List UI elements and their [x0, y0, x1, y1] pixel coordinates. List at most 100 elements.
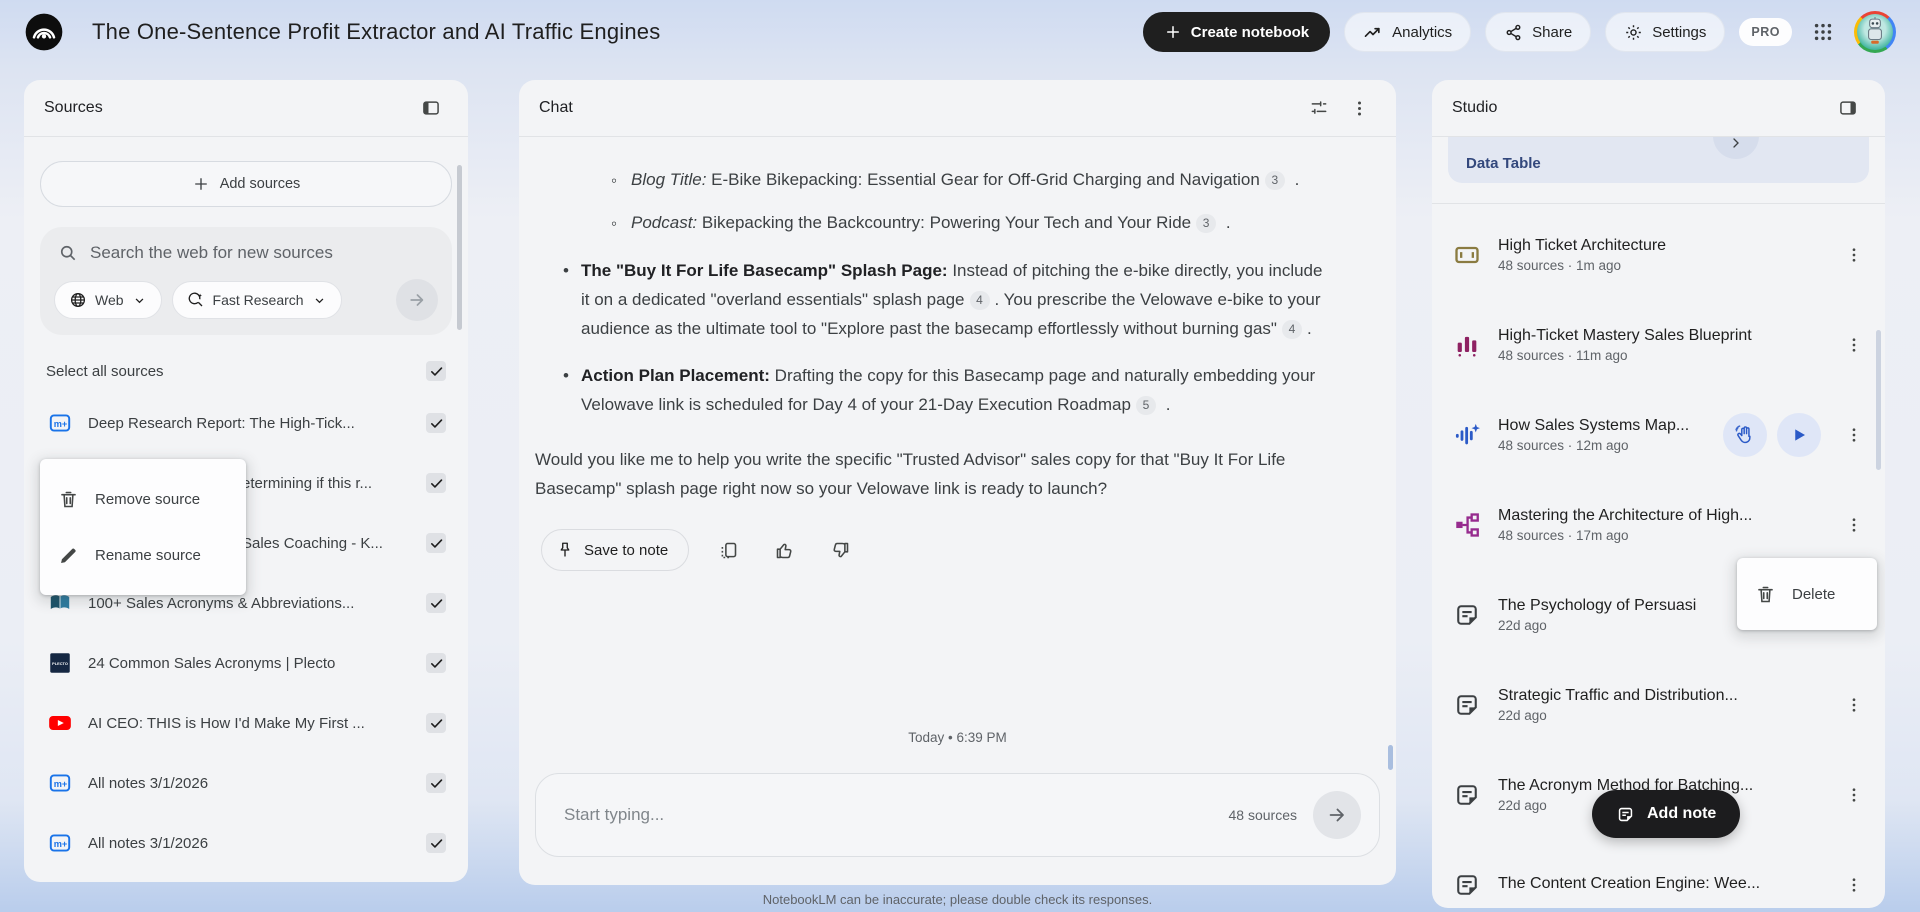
- create-notebook-button[interactable]: Create notebook: [1142, 12, 1331, 52]
- add-sources-button[interactable]: Add sources: [40, 161, 452, 207]
- trash-icon: [58, 489, 79, 510]
- send-message-button[interactable]: [1313, 791, 1361, 839]
- remove-source-menu-item[interactable]: Remove source: [40, 471, 246, 527]
- hollow-bullet-marker: ◦: [611, 214, 618, 233]
- notebook-note-icon: m+: [46, 410, 74, 436]
- studio-item-row[interactable]: High-Ticket Mastery Sales Blueprint 48 so…: [1432, 300, 1885, 390]
- select-all-sources-label: Select all sources: [46, 362, 164, 380]
- collapse-studio-panel-icon[interactable]: [1831, 91, 1865, 125]
- chat-panel-title: Chat: [539, 99, 573, 116]
- pro-badge: PRO: [1739, 18, 1792, 46]
- item-more-menu-icon[interactable]: [1837, 868, 1871, 902]
- web-search-card: Web Fast Research: [40, 227, 452, 335]
- mindmap-icon: [1452, 511, 1482, 539]
- chat-settings-tune-icon[interactable]: [1302, 91, 1336, 125]
- chat-sub-bullet: ◦ Podcast: Bikepacking the Backcountry: …: [611, 208, 1301, 238]
- source-checkbox[interactable]: [426, 653, 446, 673]
- source-row[interactable]: m+ All notes 3/1/2026: [24, 753, 468, 813]
- studio-item-context-menu: Delete: [1737, 558, 1877, 630]
- flashcards-icon: [1452, 241, 1482, 269]
- web-filter-dropdown[interactable]: Web: [54, 281, 162, 319]
- citation-chip[interactable]: 5: [1135, 396, 1156, 415]
- studio-item-row[interactable]: Mastering the Architecture of High... 48 …: [1432, 480, 1885, 570]
- chat-bullet: • The "Buy It For Life Basecamp" Splash …: [563, 256, 1323, 343]
- svg-text:m+: m+: [54, 419, 68, 429]
- svg-text:m+: m+: [54, 839, 68, 849]
- studio-item-row[interactable]: The Content Creation Engine: Wee...: [1432, 840, 1885, 908]
- item-more-menu-icon[interactable]: [1837, 508, 1871, 542]
- thumbs-up-icon[interactable]: [767, 533, 801, 567]
- collapse-sources-panel-icon[interactable]: [414, 91, 448, 125]
- source-checkbox[interactable]: [426, 833, 446, 853]
- share-icon: [1504, 23, 1523, 42]
- item-more-menu-icon[interactable]: [1837, 688, 1871, 722]
- rename-source-menu-item[interactable]: Rename source: [40, 527, 246, 583]
- note-report-icon: [1452, 871, 1482, 899]
- source-checkbox[interactable]: [426, 773, 446, 793]
- chevron-down-icon: [312, 293, 327, 308]
- source-checkbox[interactable]: [426, 593, 446, 613]
- item-more-menu-icon[interactable]: [1837, 238, 1871, 272]
- data-table-tile[interactable]: Data Table: [1448, 137, 1869, 183]
- notebook-note-icon: m+: [46, 770, 74, 796]
- studio-panel: Studio Data Table High Ticket Architectu…: [1432, 80, 1885, 908]
- chat-scrollbar[interactable]: [1388, 745, 1393, 770]
- open-data-table-chevron-button[interactable]: [1713, 137, 1759, 159]
- plus-icon: [192, 175, 210, 193]
- notebook-title[interactable]: The One-Sentence Profit Extractor and AI…: [92, 19, 1143, 45]
- sources-panel-title: Sources: [44, 99, 103, 116]
- source-checkbox[interactable]: [426, 533, 446, 553]
- research-mode-dropdown[interactable]: Fast Research: [171, 281, 342, 319]
- copy-icon[interactable]: [711, 533, 745, 567]
- studio-item-row[interactable]: Strategic Traffic and Distribution... 22d…: [1432, 660, 1885, 750]
- sources-scrollbar[interactable]: [457, 165, 462, 330]
- studio-item-row[interactable]: High Ticket Architecture 48 sources · 1m …: [1432, 210, 1885, 300]
- notebooklm-logo[interactable]: [24, 12, 64, 52]
- chat-more-menu-icon[interactable]: [1342, 91, 1376, 125]
- chat-input[interactable]: [564, 805, 1213, 825]
- studio-scrollbar[interactable]: [1876, 330, 1881, 470]
- item-more-menu-icon[interactable]: [1837, 418, 1871, 452]
- search-submit-arrow-button[interactable]: [396, 279, 438, 321]
- bullet-marker: •: [563, 366, 569, 385]
- studio-output-tile-clipped: Data Table: [1432, 137, 1885, 187]
- chat-input-bar: 48 sources: [535, 773, 1380, 857]
- chat-bullet: • Action Plan Placement: Drafting the co…: [563, 361, 1323, 419]
- interactive-mode-hand-button[interactable]: [1723, 413, 1767, 457]
- apps-grid-icon[interactable]: [1806, 15, 1840, 49]
- youtube-icon: [46, 710, 74, 736]
- search-input[interactable]: [90, 243, 434, 263]
- svg-text:PLECTO: PLECTO: [52, 661, 68, 666]
- source-row[interactable]: PLECTO 24 Common Sales Acronyms | Plecto: [24, 633, 468, 693]
- studio-item-row[interactable]: How Sales Systems Map... 48 sources · 12m…: [1432, 390, 1885, 480]
- source-row[interactable]: AI CEO: THIS is How I'd Make My First ..…: [24, 693, 468, 753]
- add-note-button[interactable]: Add note: [1592, 790, 1741, 838]
- select-all-checkbox[interactable]: [426, 361, 446, 381]
- analytics-button[interactable]: Analytics: [1344, 12, 1472, 52]
- chevron-down-icon: [132, 293, 147, 308]
- app-header: The One-Sentence Profit Extractor and AI…: [0, 0, 1920, 64]
- share-button[interactable]: Share: [1485, 12, 1592, 52]
- citation-chip[interactable]: 4: [969, 291, 990, 310]
- svg-text:m+: m+: [54, 779, 68, 789]
- chat-timestamp: Today • 6:39 PM: [908, 730, 1007, 745]
- citation-chip[interactable]: 4: [1281, 320, 1302, 339]
- settings-button[interactable]: Settings: [1605, 12, 1726, 52]
- source-row[interactable]: m+ Deep Research Report: The High-Tick..…: [24, 393, 468, 453]
- source-checkbox[interactable]: [426, 413, 446, 433]
- citation-chip[interactable]: 3: [1196, 214, 1217, 233]
- item-more-menu-icon[interactable]: [1837, 328, 1871, 362]
- citation-chip[interactable]: 3: [1264, 171, 1285, 190]
- save-to-note-button[interactable]: Save to note: [541, 529, 690, 571]
- chat-closing-question: Would you like me to help you write the …: [535, 450, 1286, 498]
- delete-menu-item[interactable]: Delete: [1737, 566, 1877, 622]
- plecto-logo-icon: PLECTO: [46, 650, 74, 676]
- play-audio-button[interactable]: [1777, 413, 1821, 457]
- source-checkbox[interactable]: [426, 713, 446, 733]
- source-row[interactable]: m+ All notes 3/1/2026: [24, 813, 468, 873]
- item-more-menu-icon[interactable]: [1837, 778, 1871, 812]
- user-avatar[interactable]: [1854, 11, 1896, 53]
- source-checkbox[interactable]: [426, 473, 446, 493]
- plus-icon: [1164, 23, 1182, 41]
- thumbs-down-icon[interactable]: [823, 533, 857, 567]
